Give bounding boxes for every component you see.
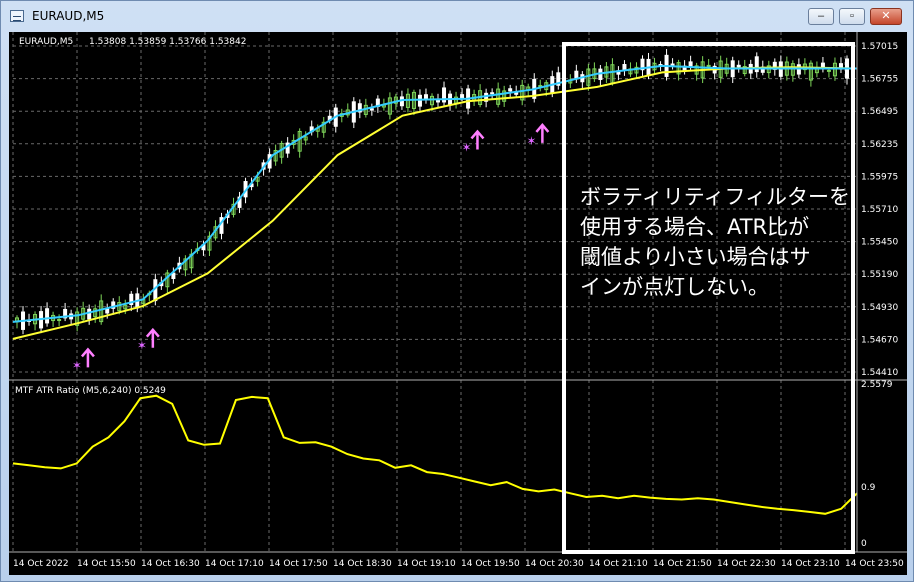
terminal-window: EURAUD,M5 – ▫ ✕ ✶ ✶ ✶ ✶ 1.57015 1.56755 1.564… bbox=[0, 0, 914, 582]
candle-body bbox=[45, 308, 50, 324]
close-button[interactable]: ✕ bbox=[870, 8, 902, 25]
price-tick-label: 1.56755 bbox=[861, 75, 898, 85]
chart-area[interactable]: ✶ ✶ ✶ ✶ 1.57015 1.56755 1.56495 1.56235 1.55975… bbox=[9, 32, 907, 575]
signal-star: ✶ bbox=[461, 140, 471, 154]
candle-body bbox=[417, 94, 422, 107]
atr-ratio-line bbox=[12, 394, 858, 515]
time-tick-label: 14 Oct 17:50 bbox=[269, 559, 328, 569]
time-tick-label: 14 Oct 20:30 bbox=[525, 559, 584, 569]
price-tick-label: 1.54930 bbox=[861, 303, 898, 313]
annotation-text: ボラティリティフィルターを 使用する場合、ATR比が 閾値より小さい場合はサ イ… bbox=[580, 182, 850, 302]
time-tick-label: 14 Oct 16:30 bbox=[141, 559, 200, 569]
annotation-line-1: ボラティリティフィルターを bbox=[580, 185, 851, 209]
candle-body bbox=[490, 92, 495, 95]
maximize-button[interactable]: ▫ bbox=[839, 8, 865, 25]
time-tick-label: 14 Oct 23:50 bbox=[845, 559, 904, 569]
price-tick-label: 1.56495 bbox=[861, 107, 898, 117]
time-tick-label: 14 Oct 18:30 bbox=[333, 559, 392, 569]
signal-arrow bbox=[145, 327, 160, 348]
candle-body bbox=[508, 88, 513, 92]
signal-markers: ✶ ✶ ✶ ✶ bbox=[72, 123, 550, 372]
signal-arrow bbox=[535, 123, 550, 143]
price-tick-label: 1.57015 bbox=[861, 42, 898, 52]
price-tick-label: 1.54670 bbox=[861, 335, 898, 345]
time-tick-label: 14 Oct 19:50 bbox=[461, 559, 520, 569]
time-tick-label: 14 Oct 19:10 bbox=[397, 559, 456, 569]
candle-body bbox=[736, 64, 741, 68]
indicator-label: MTF ATR Ratio (M5,6,240) 0.5249 bbox=[15, 386, 166, 396]
title-bar[interactable]: EURAUD,M5 – ▫ ✕ bbox=[1, 1, 913, 31]
price-tick-label: 1.55190 bbox=[861, 270, 898, 280]
time-tick-label: 14 Oct 21:10 bbox=[589, 559, 648, 569]
candle-body bbox=[622, 64, 627, 71]
atr-ratio-line bbox=[12, 394, 858, 515]
price-tick-label: 1.56235 bbox=[861, 140, 898, 150]
time-tick-label: 14 Oct 23:10 bbox=[781, 559, 840, 569]
price-tick-label: 1.55710 bbox=[861, 205, 898, 215]
candle-body bbox=[688, 61, 693, 67]
annotation-line-2: 使用する場合、ATR比が bbox=[580, 215, 810, 239]
time-tick-label: 14 Oct 21:50 bbox=[653, 559, 712, 569]
candle-body bbox=[460, 94, 465, 99]
indicator-tick-label: 0.9 bbox=[861, 483, 876, 493]
time-tick-label: 14 Oct 17:10 bbox=[205, 559, 264, 569]
time-tick-label: 14 Oct 22:30 bbox=[717, 559, 776, 569]
time-tick-label: 14 Oct 15:50 bbox=[77, 559, 136, 569]
main-header-ohlc: 1.53808 1.53859 1.53766 1.53842 bbox=[89, 37, 246, 47]
candle-body bbox=[670, 63, 675, 66]
candle-body bbox=[57, 319, 62, 322]
indicator-tick-label: 2.5579 bbox=[861, 380, 893, 390]
price-tick-label: 1.55975 bbox=[861, 172, 898, 182]
candle-body bbox=[369, 108, 374, 111]
signal-arrow bbox=[470, 129, 485, 150]
candle-body bbox=[826, 69, 831, 72]
annotation-line-4: インが点灯しない。 bbox=[580, 275, 769, 299]
price-tick-label: 1.54410 bbox=[861, 368, 898, 378]
signal-arrow bbox=[80, 347, 95, 368]
signal-star: ✶ bbox=[72, 358, 82, 372]
candle-body bbox=[87, 308, 92, 320]
chart-window-icon bbox=[10, 10, 24, 22]
signal-star: ✶ bbox=[526, 134, 536, 148]
window-title: EURAUD,M5 bbox=[32, 9, 105, 23]
minimize-button[interactable]: – bbox=[808, 8, 834, 25]
chart-canvas[interactable]: ✶ ✶ ✶ ✶ 1.57015 1.56755 1.56495 1.56235 1.55975… bbox=[9, 32, 907, 575]
main-header-symbol: EURAUD,M5 bbox=[19, 37, 73, 47]
annotation-line-3: 閾値より小さい場合はサ bbox=[580, 245, 811, 269]
indicator-tick-label: 0 bbox=[861, 539, 867, 549]
time-tick-label: 14 Oct 2022 bbox=[13, 559, 69, 569]
price-tick-label: 1.55450 bbox=[861, 238, 898, 248]
signal-star: ✶ bbox=[137, 339, 147, 353]
